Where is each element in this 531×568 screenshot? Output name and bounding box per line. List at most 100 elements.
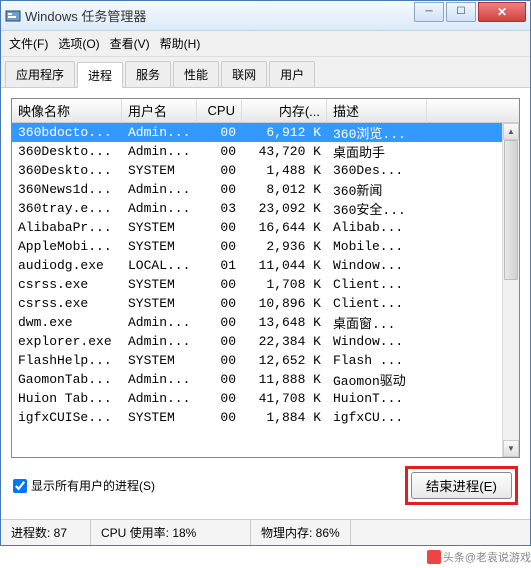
col-cpu[interactable]: CPU (197, 100, 242, 121)
cell-mem: 1,884 K (242, 409, 327, 426)
col-username[interactable]: 用户名 (122, 98, 197, 123)
cell-user: SYSTEM (122, 238, 197, 255)
end-process-button[interactable]: 结束进程(E) (411, 472, 512, 499)
cell-name: FlashHelp... (12, 352, 122, 369)
table-row[interactable]: 360News1d...Admin...008,012 K360新闻 (12, 180, 519, 199)
cell-user: SYSTEM (122, 276, 197, 293)
tab-processes[interactable]: 进程 (77, 62, 123, 88)
cell-cpu: 00 (197, 390, 242, 407)
cell-name: csrss.exe (12, 295, 122, 312)
table-row[interactable]: AlibabaPr...SYSTEM0016,644 KAlibab... (12, 218, 519, 237)
list-body[interactable]: 360bdocto...Admin...006,912 K360浏览...360… (12, 123, 519, 458)
tab-applications[interactable]: 应用程序 (5, 61, 75, 87)
cell-cpu: 00 (197, 162, 242, 179)
cell-name: igfxCUISe... (12, 409, 122, 426)
minimize-button[interactable]: ─ (414, 2, 444, 22)
cell-cpu: 00 (197, 219, 242, 236)
cell-name: 360Deskto... (12, 143, 122, 160)
status-memory-usage: 物理内存: 86% (251, 520, 351, 545)
cell-cpu: 00 (197, 143, 242, 160)
scroll-down-button[interactable]: ▼ (503, 440, 519, 457)
table-row[interactable]: 360Deskto...SYSTEM001,488 K360Des... (12, 161, 519, 180)
cell-desc: 360新闻 (327, 179, 427, 200)
table-row[interactable]: igfxCUISe...SYSTEM001,884 KigfxCU... (12, 408, 519, 427)
cell-desc: Client... (327, 295, 427, 312)
cell-mem: 11,044 K (242, 257, 327, 274)
cell-cpu: 00 (197, 314, 242, 331)
cell-desc: igfxCU... (327, 409, 427, 426)
tab-users[interactable]: 用户 (269, 61, 315, 87)
scrollbar[interactable]: ▲ ▼ (502, 123, 519, 457)
tab-performance[interactable]: 性能 (173, 61, 219, 87)
cell-desc: Client... (327, 276, 427, 293)
table-row[interactable]: dwm.exeAdmin...0013,648 K桌面窗... (12, 313, 519, 332)
cell-cpu: 00 (197, 124, 242, 141)
cell-name: audiodg.exe (12, 257, 122, 274)
scroll-up-button[interactable]: ▲ (503, 123, 519, 140)
titlebar[interactable]: Windows 任务管理器 ─ ☐ ✕ (1, 1, 530, 31)
col-description[interactable]: 描述 (327, 98, 427, 123)
show-all-users-input[interactable] (13, 479, 27, 493)
table-row[interactable]: csrss.exeSYSTEM001,708 KClient... (12, 275, 519, 294)
cell-name: 360Deskto... (12, 162, 122, 179)
cell-cpu: 00 (197, 371, 242, 388)
menu-view[interactable]: 查看(V) (110, 35, 150, 52)
table-row[interactable]: FlashHelp...SYSTEM0012,652 KFlash ... (12, 351, 519, 370)
cell-desc: 360安全... (327, 198, 427, 219)
table-row[interactable]: 360tray.e...Admin...0323,092 K360安全... (12, 199, 519, 218)
cell-user: LOCAL... (122, 257, 197, 274)
cell-desc: Window... (327, 257, 427, 274)
cell-desc: Alibab... (327, 219, 427, 236)
table-row[interactable]: audiodg.exeLOCAL...0111,044 KWindow... (12, 256, 519, 275)
table-row[interactable]: csrss.exeSYSTEM0010,896 KClient... (12, 294, 519, 313)
scroll-thumb[interactable] (504, 140, 518, 280)
statusbar: 进程数: 87 CPU 使用率: 18% 物理内存: 86% (1, 519, 530, 545)
watermark-icon (427, 550, 441, 564)
cell-mem: 11,888 K (242, 371, 327, 388)
task-manager-window: Windows 任务管理器 ─ ☐ ✕ 文件(F) 选项(O) 查看(V) 帮助… (0, 0, 531, 546)
cell-mem: 22,384 K (242, 333, 327, 350)
cell-mem: 6,912 K (242, 124, 327, 141)
cell-name: dwm.exe (12, 314, 122, 331)
end-process-highlight: 结束进程(E) (405, 466, 518, 505)
process-list: 映像名称 用户名 CPU 内存(... 描述 360bdocto...Admin… (11, 98, 520, 458)
cell-name: Huion Tab... (12, 390, 122, 407)
window-buttons: ─ ☐ ✕ (414, 2, 526, 22)
table-row[interactable]: 360bdocto...Admin...006,912 K360浏览... (12, 123, 519, 142)
cell-user: SYSTEM (122, 409, 197, 426)
col-memory[interactable]: 内存(... (242, 98, 327, 123)
cell-desc: 360Des... (327, 162, 427, 179)
cell-mem: 41,708 K (242, 390, 327, 407)
table-row[interactable]: GaomonTab...Admin...0011,888 KGaomon驱动 (12, 370, 519, 389)
cell-cpu: 00 (197, 409, 242, 426)
cell-name: csrss.exe (12, 276, 122, 293)
cell-desc: Flash ... (327, 352, 427, 369)
cell-mem: 23,092 K (242, 200, 327, 217)
cell-mem: 8,012 K (242, 181, 327, 198)
cell-cpu: 00 (197, 276, 242, 293)
cell-desc: HuionT... (327, 390, 427, 407)
col-image-name[interactable]: 映像名称 (12, 98, 122, 123)
menu-help[interactable]: 帮助(H) (160, 35, 201, 52)
cell-cpu: 00 (197, 352, 242, 369)
menu-file[interactable]: 文件(F) (9, 35, 48, 52)
show-all-users-label: 显示所有用户的进程(S) (31, 477, 155, 494)
cell-desc: Gaomon驱动 (327, 369, 427, 390)
maximize-button[interactable]: ☐ (446, 2, 476, 22)
menu-options[interactable]: 选项(O) (58, 35, 99, 52)
show-all-users-checkbox[interactable]: 显示所有用户的进程(S) (13, 477, 397, 494)
tab-network[interactable]: 联网 (221, 61, 267, 87)
cell-mem: 1,488 K (242, 162, 327, 179)
cell-user: Admin... (122, 314, 197, 331)
cell-user: Admin... (122, 390, 197, 407)
status-process-count: 进程数: 87 (1, 520, 91, 545)
table-row[interactable]: explorer.exeAdmin...0022,384 KWindow... (12, 332, 519, 351)
tab-services[interactable]: 服务 (125, 61, 171, 87)
tabbar: 应用程序 进程 服务 性能 联网 用户 (1, 57, 530, 88)
table-row[interactable]: Huion Tab...Admin...0041,708 KHuionT... (12, 389, 519, 408)
cell-mem: 16,644 K (242, 219, 327, 236)
table-row[interactable]: AppleMobi...SYSTEM002,936 KMobile... (12, 237, 519, 256)
table-row[interactable]: 360Deskto...Admin...0043,720 K桌面助手 (12, 142, 519, 161)
cell-name: 360tray.e... (12, 200, 122, 217)
close-button[interactable]: ✕ (478, 2, 526, 22)
